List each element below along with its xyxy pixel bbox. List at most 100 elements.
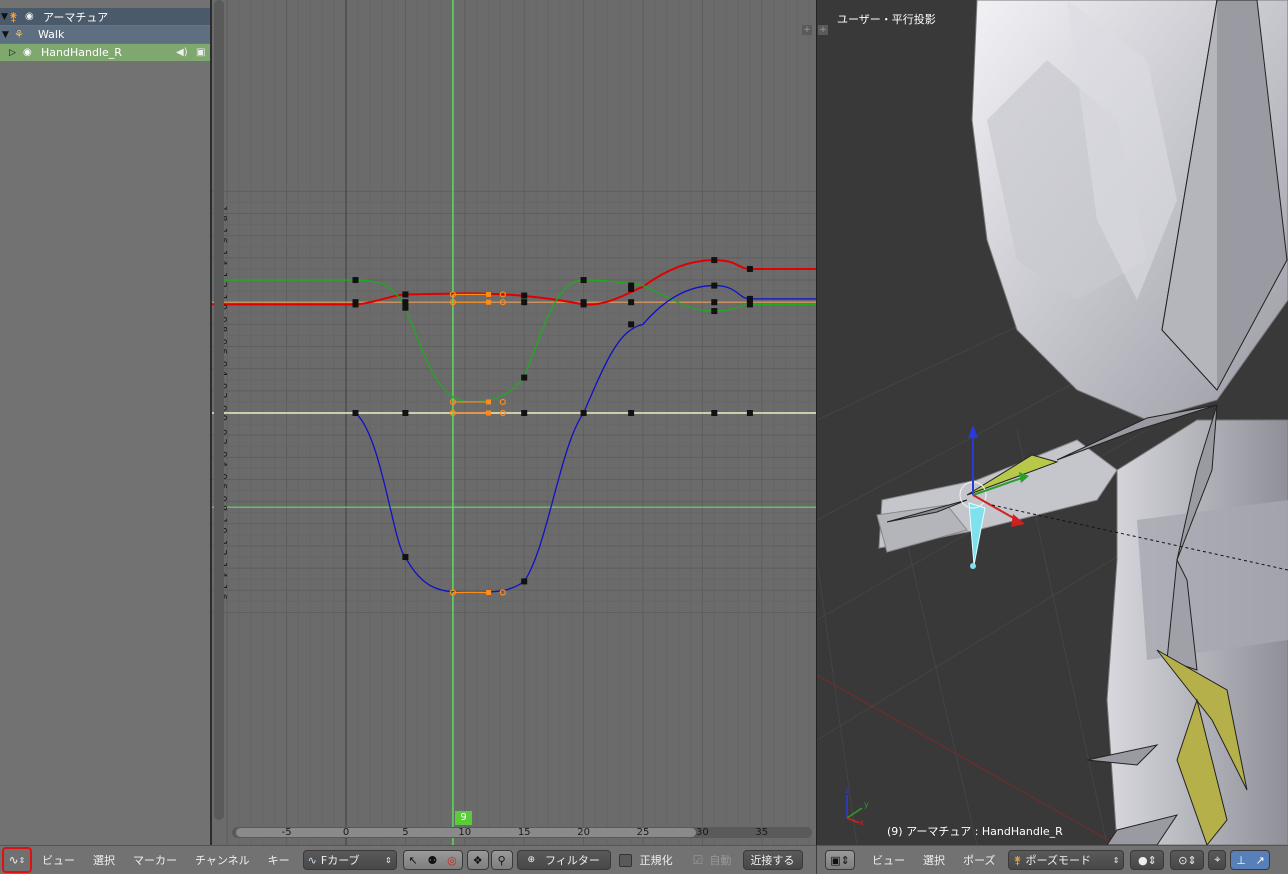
keyframe-point[interactable] bbox=[746, 410, 753, 416]
pose-icon: ⚵ bbox=[1013, 853, 1022, 867]
current-frame-indicator[interactable]: 9 bbox=[455, 811, 472, 825]
keyframe-point[interactable] bbox=[402, 554, 409, 561]
axis-z-label: z bbox=[845, 786, 850, 795]
only-selected-button[interactable]: ❖ bbox=[466, 850, 489, 870]
view-label: ユーザー・平行投影 bbox=[837, 13, 936, 26]
keyframe-point[interactable] bbox=[628, 285, 635, 292]
expand-arrow-icon[interactable]: ▼ bbox=[2, 30, 14, 40]
eye-icon[interactable]: ◉ bbox=[25, 11, 39, 22]
3d-viewport[interactable]: ユーザー・平行投影 (9) アーマチュア : HandHandle_R z y … bbox=[817, 0, 1288, 845]
keyframe-point[interactable] bbox=[352, 277, 359, 284]
keyframe-point[interactable] bbox=[402, 304, 409, 311]
menu-view[interactable]: ビュー bbox=[33, 852, 84, 868]
keyframe-point[interactable] bbox=[628, 410, 635, 416]
filter-label: フィルター bbox=[545, 854, 600, 867]
axis-x-label: x bbox=[859, 818, 864, 827]
channel-action[interactable]: ▼ ⚘ Walk bbox=[0, 26, 210, 43]
region-split-icon[interactable]: + bbox=[818, 25, 828, 35]
keyframe-point[interactable] bbox=[402, 410, 409, 416]
snap-select[interactable]: 近接する bbox=[743, 850, 804, 870]
keyframe-point[interactable] bbox=[711, 299, 718, 306]
keyframe-point[interactable] bbox=[711, 282, 718, 289]
menu-select[interactable]: 選択 bbox=[84, 852, 124, 868]
target-icon[interactable]: ◎ bbox=[447, 854, 457, 867]
selected-keyframe[interactable] bbox=[486, 299, 492, 305]
x-tick-label: 5 bbox=[402, 827, 409, 838]
selection-toggle-group[interactable]: ↖ ⚉ ◎ bbox=[402, 850, 463, 870]
channel-armature[interactable]: ▼ ⚵ ◉ アーマチュア bbox=[0, 8, 210, 25]
selected-keyframe[interactable] bbox=[486, 589, 492, 595]
lock-icon[interactable]: ▣ bbox=[196, 47, 205, 58]
keyframe-point[interactable] bbox=[521, 374, 528, 381]
keyframe-point[interactable] bbox=[352, 410, 359, 416]
keyframe-point[interactable] bbox=[521, 578, 528, 585]
keyframe-point[interactable] bbox=[628, 299, 635, 306]
filter-button[interactable]: ⊕ フィルター bbox=[516, 850, 611, 870]
selected-keyframe[interactable] bbox=[486, 410, 492, 416]
translate-icon[interactable]: ⊥ bbox=[1236, 854, 1246, 867]
rotate-icon[interactable]: ↗ bbox=[1255, 854, 1264, 867]
keyframe-point[interactable] bbox=[746, 265, 753, 272]
channel-label: アーマチュア bbox=[43, 10, 109, 24]
keyframe-point[interactable] bbox=[711, 308, 718, 315]
channel-group[interactable]: ▷ ◉ HandHandle_R ◀) ▣ bbox=[0, 44, 210, 61]
action-icon: ⚘ bbox=[14, 28, 24, 41]
region-split-icon[interactable]: + bbox=[802, 25, 812, 35]
channel-label: Walk bbox=[38, 28, 65, 41]
mode-label: Fカーブ bbox=[320, 854, 360, 867]
fcurve-icon: ∿ bbox=[307, 853, 317, 867]
keyframe-point[interactable] bbox=[521, 299, 528, 306]
auto-label: 自動 bbox=[709, 854, 732, 867]
x-tick-label: 20 bbox=[577, 827, 590, 838]
channel-label: HandHandle_R bbox=[41, 46, 122, 59]
keyframe-point[interactable] bbox=[521, 292, 528, 299]
keyframe-point[interactable] bbox=[746, 301, 753, 308]
keyframe-point[interactable] bbox=[711, 257, 718, 264]
keyframe-point[interactable] bbox=[521, 410, 528, 416]
expand-arrow-icon[interactable]: ▼ bbox=[1, 12, 9, 22]
normalize-checkbox[interactable] bbox=[618, 853, 632, 867]
keyframe-point[interactable] bbox=[580, 410, 587, 416]
search-button[interactable]: ⚲ bbox=[490, 850, 513, 870]
x-tick-label: 15 bbox=[517, 827, 531, 838]
editor-type-button[interactable]: ▣⇕ bbox=[825, 850, 855, 870]
x-tick-label: 0 bbox=[342, 827, 350, 838]
keyframe-point[interactable] bbox=[628, 321, 635, 328]
menu-channel[interactable]: チャンネル bbox=[186, 852, 259, 868]
axis-y-label: y bbox=[864, 800, 869, 809]
divider bbox=[816, 0, 817, 845]
keyframe-point[interactable] bbox=[352, 301, 359, 308]
pivot-select[interactable]: ⊙⇕ bbox=[1170, 850, 1205, 870]
speaker-icon[interactable]: ◀) bbox=[176, 47, 188, 58]
menu-marker[interactable]: マーカー bbox=[124, 852, 186, 868]
menu-key[interactable]: キー bbox=[259, 852, 299, 868]
selected-keyframe[interactable] bbox=[486, 291, 492, 297]
menu-select[interactable]: 選択 bbox=[914, 852, 954, 868]
eye-icon[interactable]: ◉ bbox=[23, 47, 37, 58]
keyframe-point[interactable] bbox=[402, 299, 409, 306]
menu-pose[interactable]: ポーズ bbox=[954, 852, 1004, 868]
plus-icon: ⊕ bbox=[527, 855, 536, 865]
ghost-icon[interactable]: ⚉ bbox=[428, 854, 438, 867]
mode-select[interactable]: ⚵ ポーズモード ⇕ bbox=[1008, 850, 1125, 870]
vertical-scrollbar[interactable] bbox=[214, 0, 224, 820]
selected-keyframe[interactable] bbox=[486, 399, 492, 405]
editor-type-button[interactable]: ∿ ⇕ bbox=[2, 847, 32, 873]
object-status-label: (9) アーマチュア : HandHandle_R bbox=[887, 825, 1063, 838]
expand-arrow-icon[interactable]: ▷ bbox=[9, 48, 19, 58]
viewport-scene bbox=[817, 0, 1288, 845]
menu-view[interactable]: ビュー bbox=[863, 852, 914, 868]
graph-editor[interactable]: 1.81.61.41.21.00.80.60.40.20.0-0.2-0.4-0… bbox=[212, 0, 816, 845]
keyframe-point[interactable] bbox=[711, 410, 718, 416]
keyframe-point[interactable] bbox=[580, 277, 587, 284]
graph-canvas[interactable]: 1.81.61.41.21.00.80.60.40.20.0-0.2-0.4-0… bbox=[212, 0, 816, 845]
keyframe-point[interactable] bbox=[580, 301, 587, 308]
mode-label: ポーズモード bbox=[1025, 854, 1091, 867]
auto-checkbox[interactable]: ☑ bbox=[693, 853, 704, 867]
shading-select[interactable]: ●⇕ bbox=[1130, 850, 1165, 870]
transform-icons[interactable]: ⊥ ↗ bbox=[1230, 850, 1271, 870]
mode-select[interactable]: ∿ Fカーブ ⇕ bbox=[302, 850, 397, 870]
keyframe-point[interactable] bbox=[402, 291, 409, 298]
cursor-icon[interactable]: ↖ bbox=[409, 854, 418, 867]
manipulator-toggle[interactable]: ⌖ bbox=[1208, 850, 1227, 870]
